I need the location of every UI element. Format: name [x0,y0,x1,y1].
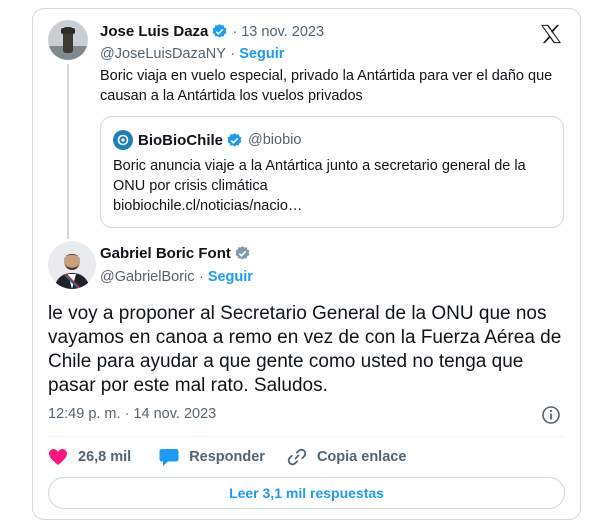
separator-dot: · [198,269,208,285]
separator-dot: · [232,23,238,40]
main-tweet-handle-row: @GabrielBoric · Seguir [100,268,253,286]
copy-link-label: Copia enlace [316,449,407,465]
biobio-logo-icon [113,130,133,150]
embedded-quote-header: BioBioChile @biobio [113,130,301,150]
author-handle[interactable]: @GabrielBoric [100,269,195,285]
verified-badge-icon [235,246,250,260]
author-name[interactable]: Gabriel Boric Font [100,245,231,262]
copy-link-button[interactable]: Copia enlace [287,447,406,467]
follow-button[interactable]: Seguir [239,46,284,62]
avatar[interactable] [48,20,88,60]
embedded-quote-card[interactable]: BioBioChile @biobio Boric anuncia viaje … [100,116,564,228]
embedded-author-name: BioBioChile [138,131,223,149]
main-tweet-text: le voy a proponer al Secretario General … [48,303,562,396]
quoted-tweet-text: Boric viaja en vuelo especial, privado l… [100,68,553,104]
info-icon[interactable] [541,405,561,425]
divider [48,436,565,437]
reply-button[interactable]: Responder [159,448,265,467]
heart-icon [49,449,67,465]
thread-line [67,64,69,239]
reply-label: Responder [189,449,265,465]
tweet-date[interactable]: 13 nov. 2023 [241,24,324,40]
like-button[interactable]: 26,8 mil [48,448,131,466]
avatar[interactable] [48,241,96,289]
read-replies-button[interactable]: Leer 3,1 mil respuestas [48,477,565,509]
quoted-tweet-handle-row: @JoseLuisDazaNY · Seguir [100,45,284,63]
verified-badge-icon [227,132,242,147]
quoted-tweet-header: Jose Luis Daza · 13 nov. 2023 [100,23,324,40]
like-count: 26,8 mil [78,449,132,465]
x-logo-icon[interactable] [540,24,562,44]
main-tweet-header: Gabriel Boric Font [100,245,251,262]
embedded-quote-link[interactable]: biobiochile.cl/noticias/nacio… [113,196,553,216]
embedded-quote-body: Boric anuncia viaje a la Antártica junto… [113,156,553,216]
follow-button[interactable]: Seguir [208,269,253,285]
author-handle[interactable]: @JoseLuisDazaNY [100,46,226,62]
embedded-author-handle: @biobio [248,132,302,148]
verified-badge-icon [213,24,227,38]
separator-dot: · [230,46,240,62]
link-icon [287,448,307,466]
speech-bubble-icon [159,448,179,466]
read-replies-label: Leer 3,1 mil respuestas [229,485,384,501]
action-bar: 26,8 mil Responder Copia enlace [48,446,406,468]
tweet-timestamp[interactable]: 12:49 p. m. · 14 nov. 2023 [48,406,216,422]
author-name[interactable]: Jose Luis Daza [100,23,208,40]
embedded-quote-text: Boric anuncia viaje a la Antártica junto… [113,158,526,194]
